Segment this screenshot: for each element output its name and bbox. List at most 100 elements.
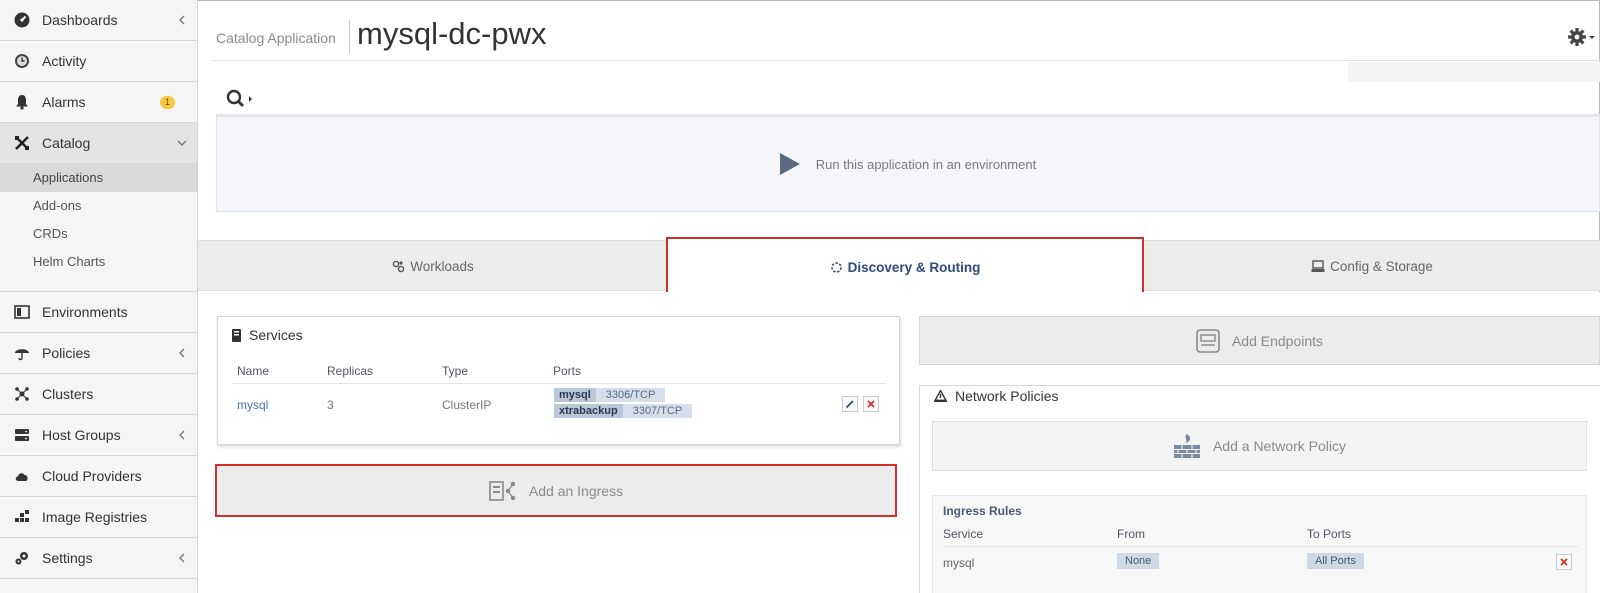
catalog-icon — [12, 133, 32, 153]
service-type: ClusterIP — [442, 398, 492, 412]
discovery-icon — [830, 261, 843, 274]
sidebar-item-label: Policies — [42, 345, 91, 361]
settings-menu-button[interactable] — [1567, 27, 1597, 47]
edit-service-button[interactable] — [842, 396, 858, 412]
sidebar-item-label: Image Registries — [42, 509, 148, 525]
port-name: xtrabackup — [554, 404, 623, 418]
tab-label: Discovery & Routing — [847, 259, 981, 275]
workloads-icon — [392, 260, 405, 273]
network-policies-card: Network Policies Add a Network Policy In… — [919, 385, 1600, 593]
run-application-panel[interactable]: Run this application in an environment — [216, 114, 1600, 212]
chevron-left-icon — [179, 348, 185, 358]
add-endpoints-label: Add Endpoints — [1231, 332, 1324, 349]
sidebar-item-host-groups[interactable]: Host Groups — [0, 415, 197, 456]
table-divider — [943, 546, 1578, 547]
warning-icon — [934, 390, 947, 402]
tab-label: Config & Storage — [1330, 258, 1433, 274]
environments-icon — [12, 302, 32, 322]
sidebar-item-label: Environments — [42, 304, 128, 320]
sidebar-item-label: Activity — [42, 53, 87, 69]
toolbar-strip — [1348, 62, 1600, 82]
sidebar-item-clusters[interactable]: Clusters — [0, 374, 197, 415]
chevron-left-icon — [179, 15, 185, 25]
sidebar-item-settings[interactable]: Settings — [0, 538, 197, 579]
sidebar-item-label: Dashboards — [42, 12, 118, 28]
sidebar-item-label: Cloud Providers — [42, 468, 142, 484]
port-name: mysql — [554, 388, 596, 402]
network-policies-title-text: Network Policies — [955, 388, 1059, 404]
add-ingress-button[interactable]: Add an Ingress — [215, 464, 897, 517]
sidebar-item-dashboards[interactable]: Dashboards — [0, 0, 197, 41]
delete-rule-button[interactable] — [1556, 554, 1572, 570]
sidebar-item-label: Alarms — [42, 94, 86, 110]
sidebar: Dashboards Activity Alarms 1 Catalog App… — [0, 0, 198, 593]
port-tag: mysql 3306/TCP — [554, 388, 666, 402]
chevron-left-icon — [179, 553, 185, 563]
sidebar-item-label: Settings — [42, 550, 93, 566]
sidebar-subitem-helm-charts[interactable]: Helm Charts — [0, 248, 197, 276]
column-header-service: Service — [943, 527, 984, 541]
sidebar-item-cloud-providers[interactable]: Cloud Providers — [0, 456, 197, 497]
port-tag: xtrabackup 3307/TCP — [554, 404, 693, 418]
tab-discovery-routing[interactable]: Discovery & Routing — [666, 237, 1144, 297]
service-replicas: 3 — [327, 398, 334, 412]
umbrella-icon — [12, 343, 32, 363]
sidebar-subitem-addons[interactable]: Add-ons — [0, 192, 197, 220]
firewall-icon — [1173, 434, 1200, 458]
column-header-name: Name — [237, 364, 270, 378]
network-policies-title: Network Policies — [934, 388, 1058, 404]
sidebar-item-label: Catalog — [42, 135, 91, 151]
server-icon — [12, 425, 32, 445]
activity-icon — [12, 51, 32, 71]
services-title-text: Services — [249, 327, 303, 343]
tab-label: Workloads — [410, 258, 474, 274]
sidebar-item-policies[interactable]: Policies — [0, 333, 197, 374]
ingress-rules-title: Ingress Rules — [943, 504, 1022, 518]
alarm-count-badge: 1 — [160, 96, 175, 109]
add-network-policy-button[interactable]: Add a Network Policy — [932, 421, 1587, 471]
tab-config-storage[interactable]: Config & Storage — [1144, 241, 1600, 291]
delete-service-button[interactable] — [863, 396, 879, 412]
header-underline — [213, 60, 1600, 61]
settings-icon — [12, 548, 32, 568]
chevron-left-icon — [179, 430, 185, 440]
sidebar-subitem-applications[interactable]: Applications — [0, 164, 197, 192]
catalog-submenu: Applications Add-ons CRDs Helm Charts — [0, 164, 197, 292]
tab-workloads[interactable]: Workloads — [198, 241, 668, 291]
add-endpoints-button[interactable]: Add Endpoints — [919, 316, 1600, 365]
service-name-link[interactable]: mysql — [237, 398, 268, 412]
chevron-down-icon — [177, 140, 187, 146]
sidebar-subitem-crds[interactable]: CRDs — [0, 220, 197, 248]
services-card: Services Name Replicas Type Ports mysql … — [217, 316, 900, 445]
sidebar-item-environments[interactable]: Environments — [0, 292, 197, 333]
sidebar-item-label: Host Groups — [42, 427, 121, 443]
close-icon — [867, 400, 875, 408]
search-icon — [226, 89, 252, 107]
play-icon — [779, 153, 800, 175]
pencil-icon — [845, 400, 854, 409]
search-toggle[interactable] — [226, 88, 256, 110]
column-header-type: Type — [442, 364, 469, 378]
table-divider — [232, 383, 886, 384]
sidebar-item-alarms[interactable]: Alarms 1 — [0, 82, 197, 123]
breadcrumb[interactable]: Catalog Application — [216, 30, 336, 46]
bell-icon — [12, 92, 32, 112]
storage-icon — [1311, 259, 1325, 273]
header-divider — [349, 20, 350, 54]
sidebar-item-activity[interactable]: Activity — [0, 41, 197, 82]
registry-icon — [12, 507, 32, 527]
sidebar-item-catalog[interactable]: Catalog — [0, 123, 197, 164]
column-header-replicas: Replicas — [327, 364, 374, 378]
column-header-to-ports: To Ports — [1307, 527, 1352, 541]
endpoint-icon — [1196, 328, 1220, 353]
cloud-icon — [12, 466, 32, 486]
service-icon — [232, 328, 241, 342]
ingress-rules-table: Ingress Rules Service From To Ports mysq… — [932, 495, 1587, 593]
close-icon — [1560, 558, 1568, 566]
page-title: mysql-dc-pwx — [357, 16, 547, 51]
add-ingress-label: Add an Ingress — [528, 482, 624, 499]
sidebar-item-image-registries[interactable]: Image Registries — [0, 497, 197, 538]
column-header-from: From — [1117, 527, 1145, 541]
dashboard-icon — [12, 10, 32, 30]
run-application-label: Run this application in an environment — [815, 156, 1037, 172]
